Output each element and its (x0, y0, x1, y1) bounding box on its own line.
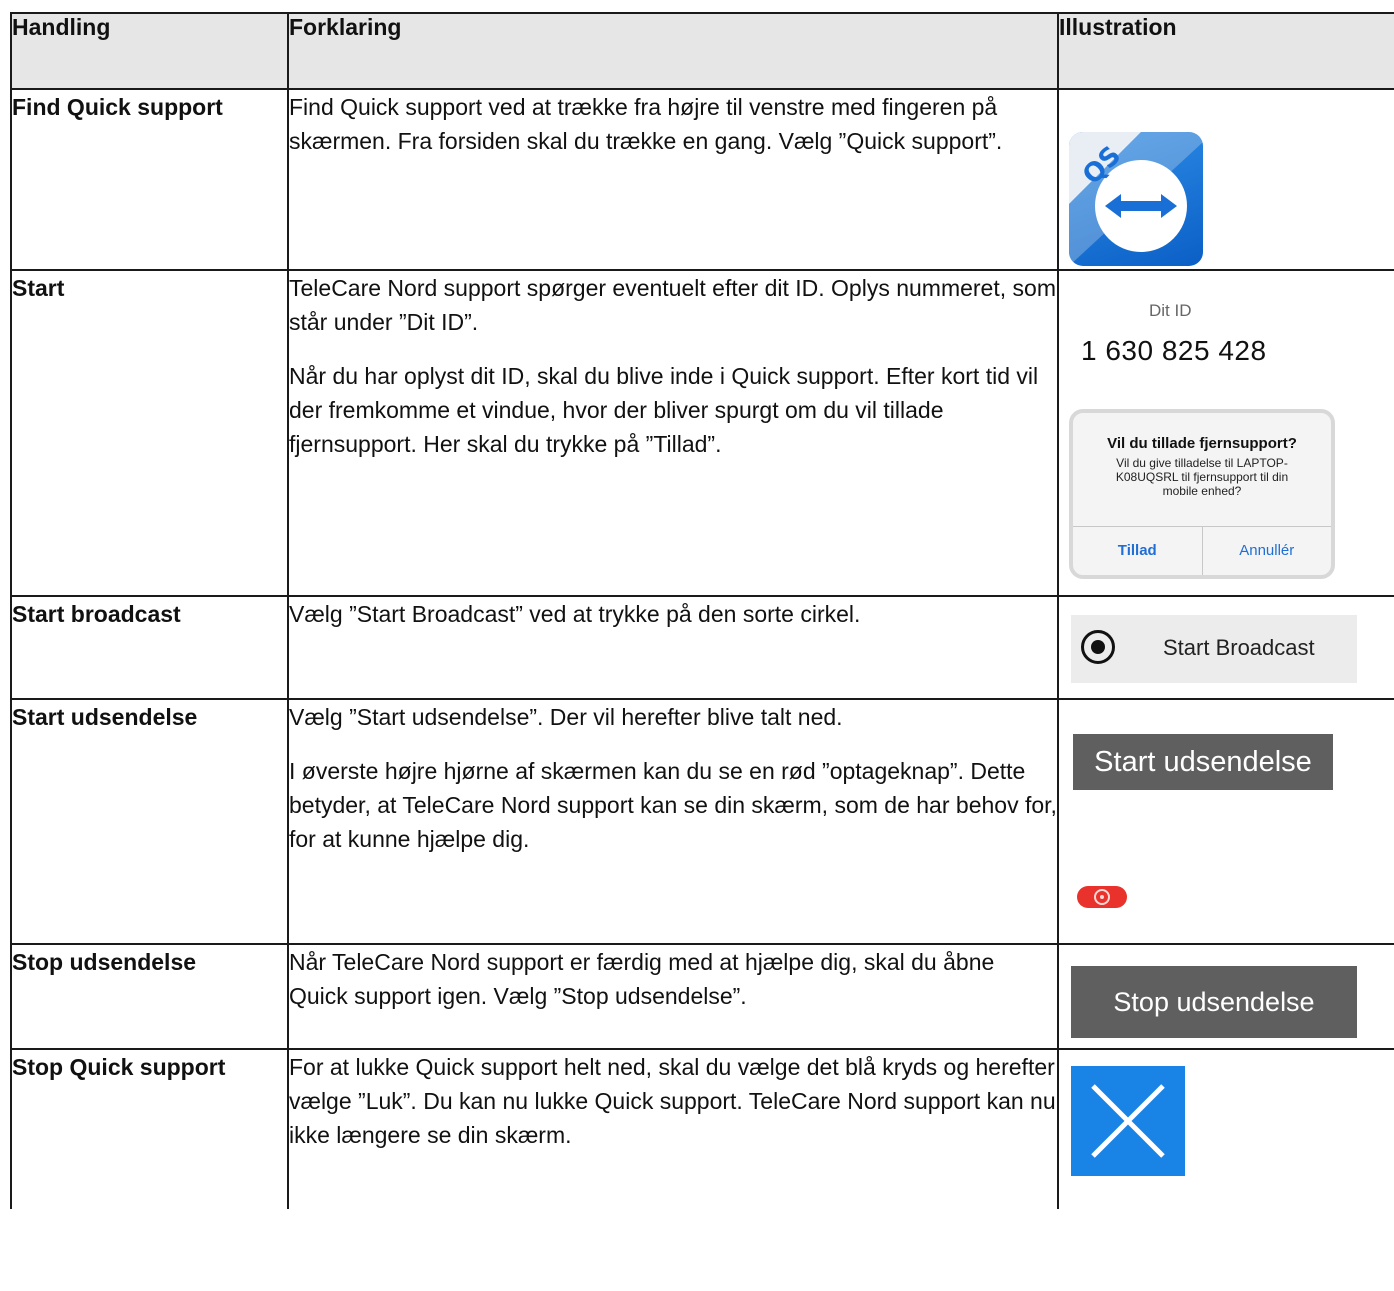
record-circle-icon (1081, 630, 1115, 664)
explanation-cell: Vælg ”Start Broadcast” ved at trykke på … (287, 595, 1059, 700)
explanation-cell: TeleCare Nord support spørger eventuelt … (287, 269, 1059, 597)
illustration-cell: Start Broadcast (1057, 595, 1394, 700)
illustration-cell (1057, 1048, 1394, 1209)
table-row: Find Quick support Find Quick support ve… (10, 88, 1394, 271)
action-cell: Start (10, 269, 289, 597)
header-illustration: Illustration (1057, 12, 1394, 90)
explanation-cell: Vælg ”Start udsendelse”. Der vil herefte… (287, 698, 1059, 945)
header-explanation: Forklaring (287, 12, 1059, 90)
explanation-cell: Find Quick support ved at trække fra høj… (287, 88, 1059, 271)
illustration-cell: Stop udsendelse (1057, 943, 1394, 1050)
record-indicator-icon (1077, 886, 1127, 908)
explanation-text: Når TeleCare Nord support er færdig med … (289, 949, 995, 1009)
explanation-text: I øverste højre hjørne af skærmen kan du… (289, 758, 1057, 852)
illustration-cell: QS (1057, 88, 1394, 271)
illustration-cell: Dit ID 1 630 825 428 Vil du tillade fjer… (1057, 269, 1394, 597)
allow-button[interactable]: Tillad (1073, 527, 1203, 575)
table-row: Start udsendelse Vælg ”Start udsendelse”… (10, 698, 1394, 945)
header-action: Handling (10, 12, 289, 90)
permission-dialog: Vil du tillade fjernsupport? Vil du give… (1069, 409, 1335, 579)
dialog-title: Vil du tillade fjernsupport? (1107, 435, 1297, 452)
start-broadcast-label: Start Broadcast (1163, 635, 1315, 660)
header-row: Handling Forklaring Illustration (10, 12, 1394, 90)
explanation-text: Vælg ”Start Broadcast” ved at trykke på … (289, 601, 861, 627)
explanation-text: Find Quick support ved at trække fra høj… (289, 94, 1003, 154)
id-label: Dit ID (1149, 301, 1192, 320)
table-row: Start broadcast Vælg ”Start Broadcast” v… (10, 595, 1394, 700)
stop-udsendelse-button[interactable]: Stop udsendelse (1071, 966, 1357, 1038)
start-broadcast-button[interactable]: Start Broadcast (1071, 615, 1357, 683)
explanation-cell: For at lukke Quick support helt ned, ska… (287, 1048, 1059, 1209)
explanation-text: TeleCare Nord support spørger eventuelt … (289, 275, 1056, 335)
table-row: Start TeleCare Nord support spørger even… (10, 269, 1394, 597)
explanation-text: Når du har oplyst dit ID, skal du blive … (289, 363, 1039, 457)
action-cell: Start udsendelse (10, 698, 289, 945)
action-cell: Find Quick support (10, 88, 289, 271)
start-udsendelse-button[interactable]: Start udsendelse (1073, 734, 1333, 790)
explanation-text: For at lukke Quick support helt ned, ska… (289, 1054, 1056, 1148)
instructions-table: Handling Forklaring Illustration Find Qu… (10, 12, 1394, 1209)
action-cell: Stop Quick support (10, 1048, 289, 1209)
action-cell: Start broadcast (10, 595, 289, 700)
cancel-button[interactable]: Annullér (1203, 527, 1332, 575)
close-icon[interactable] (1071, 1066, 1185, 1176)
table-row: Stop Quick support For at lukke Quick su… (10, 1048, 1394, 1209)
action-cell: Stop udsendelse (10, 943, 289, 1050)
id-value: 1 630 825 428 (1081, 335, 1267, 366)
table-row: Stop udsendelse Når TeleCare Nord suppor… (10, 943, 1394, 1050)
quick-support-app-icon: QS (1069, 132, 1203, 266)
explanation-cell: Når TeleCare Nord support er færdig med … (287, 943, 1059, 1050)
explanation-text: Vælg ”Start udsendelse”. Der vil herefte… (289, 704, 843, 730)
dialog-body: Vil du give tilladelse til LAPTOP-K08UQS… (1115, 456, 1289, 498)
dialog-buttons: Tillad Annullér (1073, 526, 1331, 575)
illustration-cell: Start udsendelse (1057, 698, 1394, 945)
